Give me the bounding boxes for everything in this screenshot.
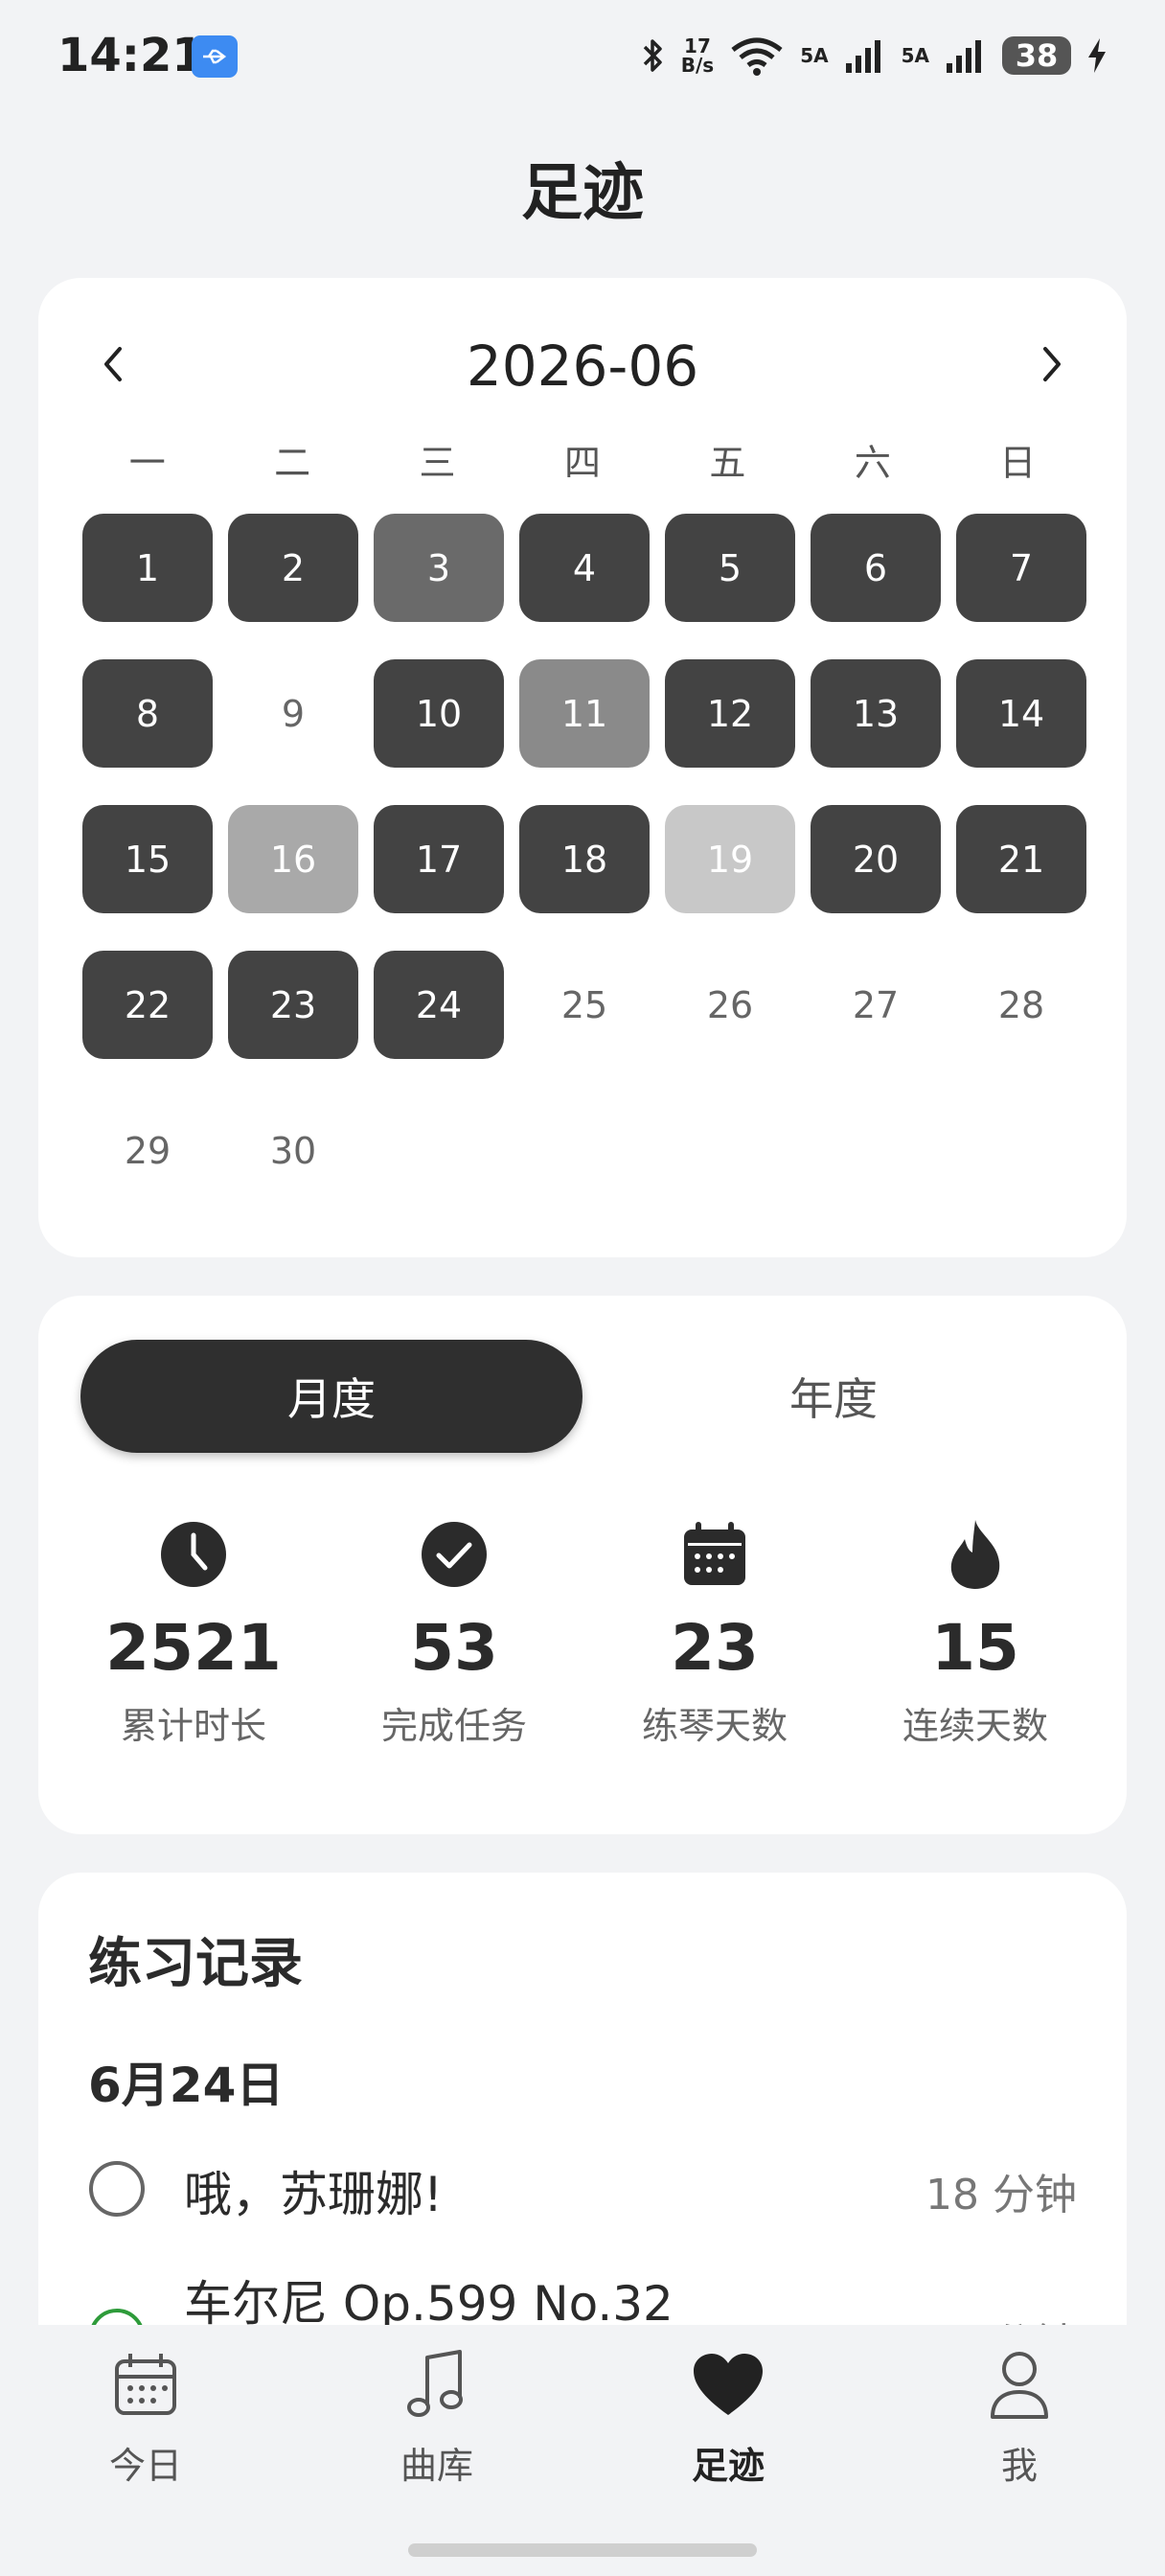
records-title: 练习记录	[88, 1933, 303, 1995]
calendar-day[interactable]: 21	[956, 805, 1086, 913]
month-navigator: 2026-06	[38, 326, 1127, 402]
calendar-day[interactable]: 18	[519, 805, 650, 913]
wifi-icon	[731, 37, 783, 76]
signal-label-1: 5A	[800, 44, 829, 67]
weekday-label: 一	[128, 442, 166, 484]
next-month-button[interactable]	[1014, 326, 1090, 402]
stat-value: 53	[410, 1611, 498, 1685]
calendar-day[interactable]: 10	[374, 659, 504, 768]
calendar-day[interactable]: 9	[228, 659, 358, 768]
stats-card: 月度 年度 2521 累计时长 53 完成任务 23 练琴天数 15 连续天数	[38, 1296, 1127, 1834]
stat-label: 完成任务	[380, 1705, 527, 1747]
calendar-day[interactable]: 20	[811, 805, 941, 913]
calendar-day[interactable]: 30	[228, 1096, 358, 1205]
calendar-day[interactable]: 23	[228, 951, 358, 1059]
bluetooth-icon	[643, 39, 662, 72]
tab-monthly[interactable]: 月度	[80, 1340, 582, 1453]
unchecked-circle-icon[interactable]	[88, 2160, 146, 2218]
calendar-card: 2026-06 一二三四五六日 1 2 3 4 5 6 7 8 9 10 11 12 13 14 15 16 1…	[38, 278, 1127, 1257]
calendar-day[interactable]: 5	[665, 514, 795, 622]
weekday-label: 三	[419, 442, 456, 484]
calendar-day[interactable]: 25	[519, 951, 650, 1059]
record-item[interactable]: 哦，苏珊娜! 18 分钟	[88, 2150, 1077, 2227]
calendar-day[interactable]: 29	[82, 1096, 213, 1205]
calendar-day[interactable]: 16	[228, 805, 358, 913]
calendar-grid: 1 2 3 4 5 6 7 8 9 10 11 12 13 14 15 16 17 18 19 20 21 22 23 24 2…	[82, 514, 1086, 1205]
calendar-day[interactable]: 26	[665, 951, 795, 1059]
weekday-header: 一二三四五六日	[82, 433, 1083, 486]
stat-value: 2521	[105, 1611, 282, 1685]
status-bar: 14:21 17 B/s 5A 5A 38	[0, 0, 1165, 115]
calendar-day[interactable]: 11	[519, 659, 650, 768]
chevron-right-icon	[1043, 347, 1061, 381]
calendar-day[interactable]: 4	[519, 514, 650, 622]
nav-item-footprint[interactable]: 足迹	[632, 2344, 824, 2489]
weekday-label: 日	[999, 442, 1037, 484]
stat-streak-days: 15 连续天数	[845, 1516, 1106, 1749]
nav-item-me[interactable]: 我	[924, 2344, 1115, 2489]
status-icons: 17 B/s 5A 5A 38	[639, 33, 1108, 79]
nav-label: 我	[1000, 2445, 1038, 2487]
calendar-day[interactable]: 7	[956, 514, 1086, 622]
calendar-day[interactable]: 12	[665, 659, 795, 768]
calendar-day[interactable]: 6	[811, 514, 941, 622]
nav-item-library[interactable]: 曲库	[341, 2344, 533, 2489]
person-icon	[991, 2352, 1048, 2419]
net-speed: 17 B/s	[680, 34, 715, 77]
weekday-label: 五	[709, 442, 746, 484]
record-name: 哦，苏珊娜!	[184, 2167, 444, 2222]
check-circle-icon	[422, 1522, 487, 1587]
nav-label: 曲库	[400, 2445, 473, 2487]
period-toggle: 月度 年度	[80, 1340, 1085, 1453]
flame-icon	[950, 1520, 1000, 1589]
heart-icon	[694, 2354, 763, 2415]
charging-icon	[1088, 38, 1106, 73]
bottom-nav: 今日 曲库 足迹 我	[0, 2325, 1165, 2576]
calendar-day[interactable]: 15	[82, 805, 213, 913]
battery-icon: 38	[1002, 36, 1071, 75]
calendar-day[interactable]: 22	[82, 951, 213, 1059]
tab-yearly[interactable]: 年度	[582, 1340, 1085, 1453]
stat-label: 连续天数	[902, 1705, 1048, 1747]
weekday-label: 二	[274, 442, 311, 484]
records-date: 6月24日	[88, 2058, 285, 2113]
calendar-day[interactable]: 24	[374, 951, 504, 1059]
status-time: 14:21	[57, 29, 204, 82]
calendar-day[interactable]: 27	[811, 951, 941, 1059]
nav-label: 足迹	[691, 2445, 765, 2487]
month-label: 2026-06	[466, 334, 699, 399]
usb-icon	[192, 35, 238, 78]
clock-icon	[161, 1522, 226, 1587]
calendar-day[interactable]: 2	[228, 514, 358, 622]
calendar-day[interactable]: 8	[82, 659, 213, 768]
record-duration: 18 分钟	[925, 2171, 1077, 2220]
stat-value: 23	[671, 1611, 759, 1685]
calendar-day[interactable]: 1	[82, 514, 213, 622]
music-note-icon	[407, 2350, 463, 2417]
signal-icon	[845, 40, 880, 73]
signal-icon	[947, 40, 981, 73]
calendar-day[interactable]: 17	[374, 805, 504, 913]
page-title: 足迹	[521, 158, 644, 229]
stats-row: 2521 累计时长 53 完成任务 23 练琴天数 15 连续天数	[38, 1516, 1152, 1749]
nav-label: 今日	[108, 2445, 182, 2487]
calendar-day[interactable]: 3	[374, 514, 504, 622]
stat-total-duration: 2521 累计时长	[63, 1516, 324, 1749]
stat-value: 15	[931, 1611, 1019, 1685]
stat-label: 练琴天数	[641, 1705, 788, 1747]
calendar-day[interactable]: 14	[956, 659, 1086, 768]
stat-practice-days: 23 练琴天数	[584, 1516, 845, 1749]
nav-item-today[interactable]: 今日	[50, 2344, 241, 2489]
calendar-icon	[684, 1522, 745, 1585]
calendar-icon	[115, 2354, 176, 2415]
home-indicator[interactable]	[408, 2543, 757, 2557]
calendar-day[interactable]: 13	[811, 659, 941, 768]
weekday-label: 六	[854, 442, 891, 484]
calendar-day[interactable]: 28	[956, 951, 1086, 1059]
weekday-label: 四	[563, 442, 601, 484]
stat-label: 累计时长	[120, 1705, 266, 1747]
calendar-day[interactable]: 19	[665, 805, 795, 913]
stat-tasks-done: 53 完成任务	[324, 1516, 584, 1749]
signal-label-2: 5A	[901, 44, 929, 67]
